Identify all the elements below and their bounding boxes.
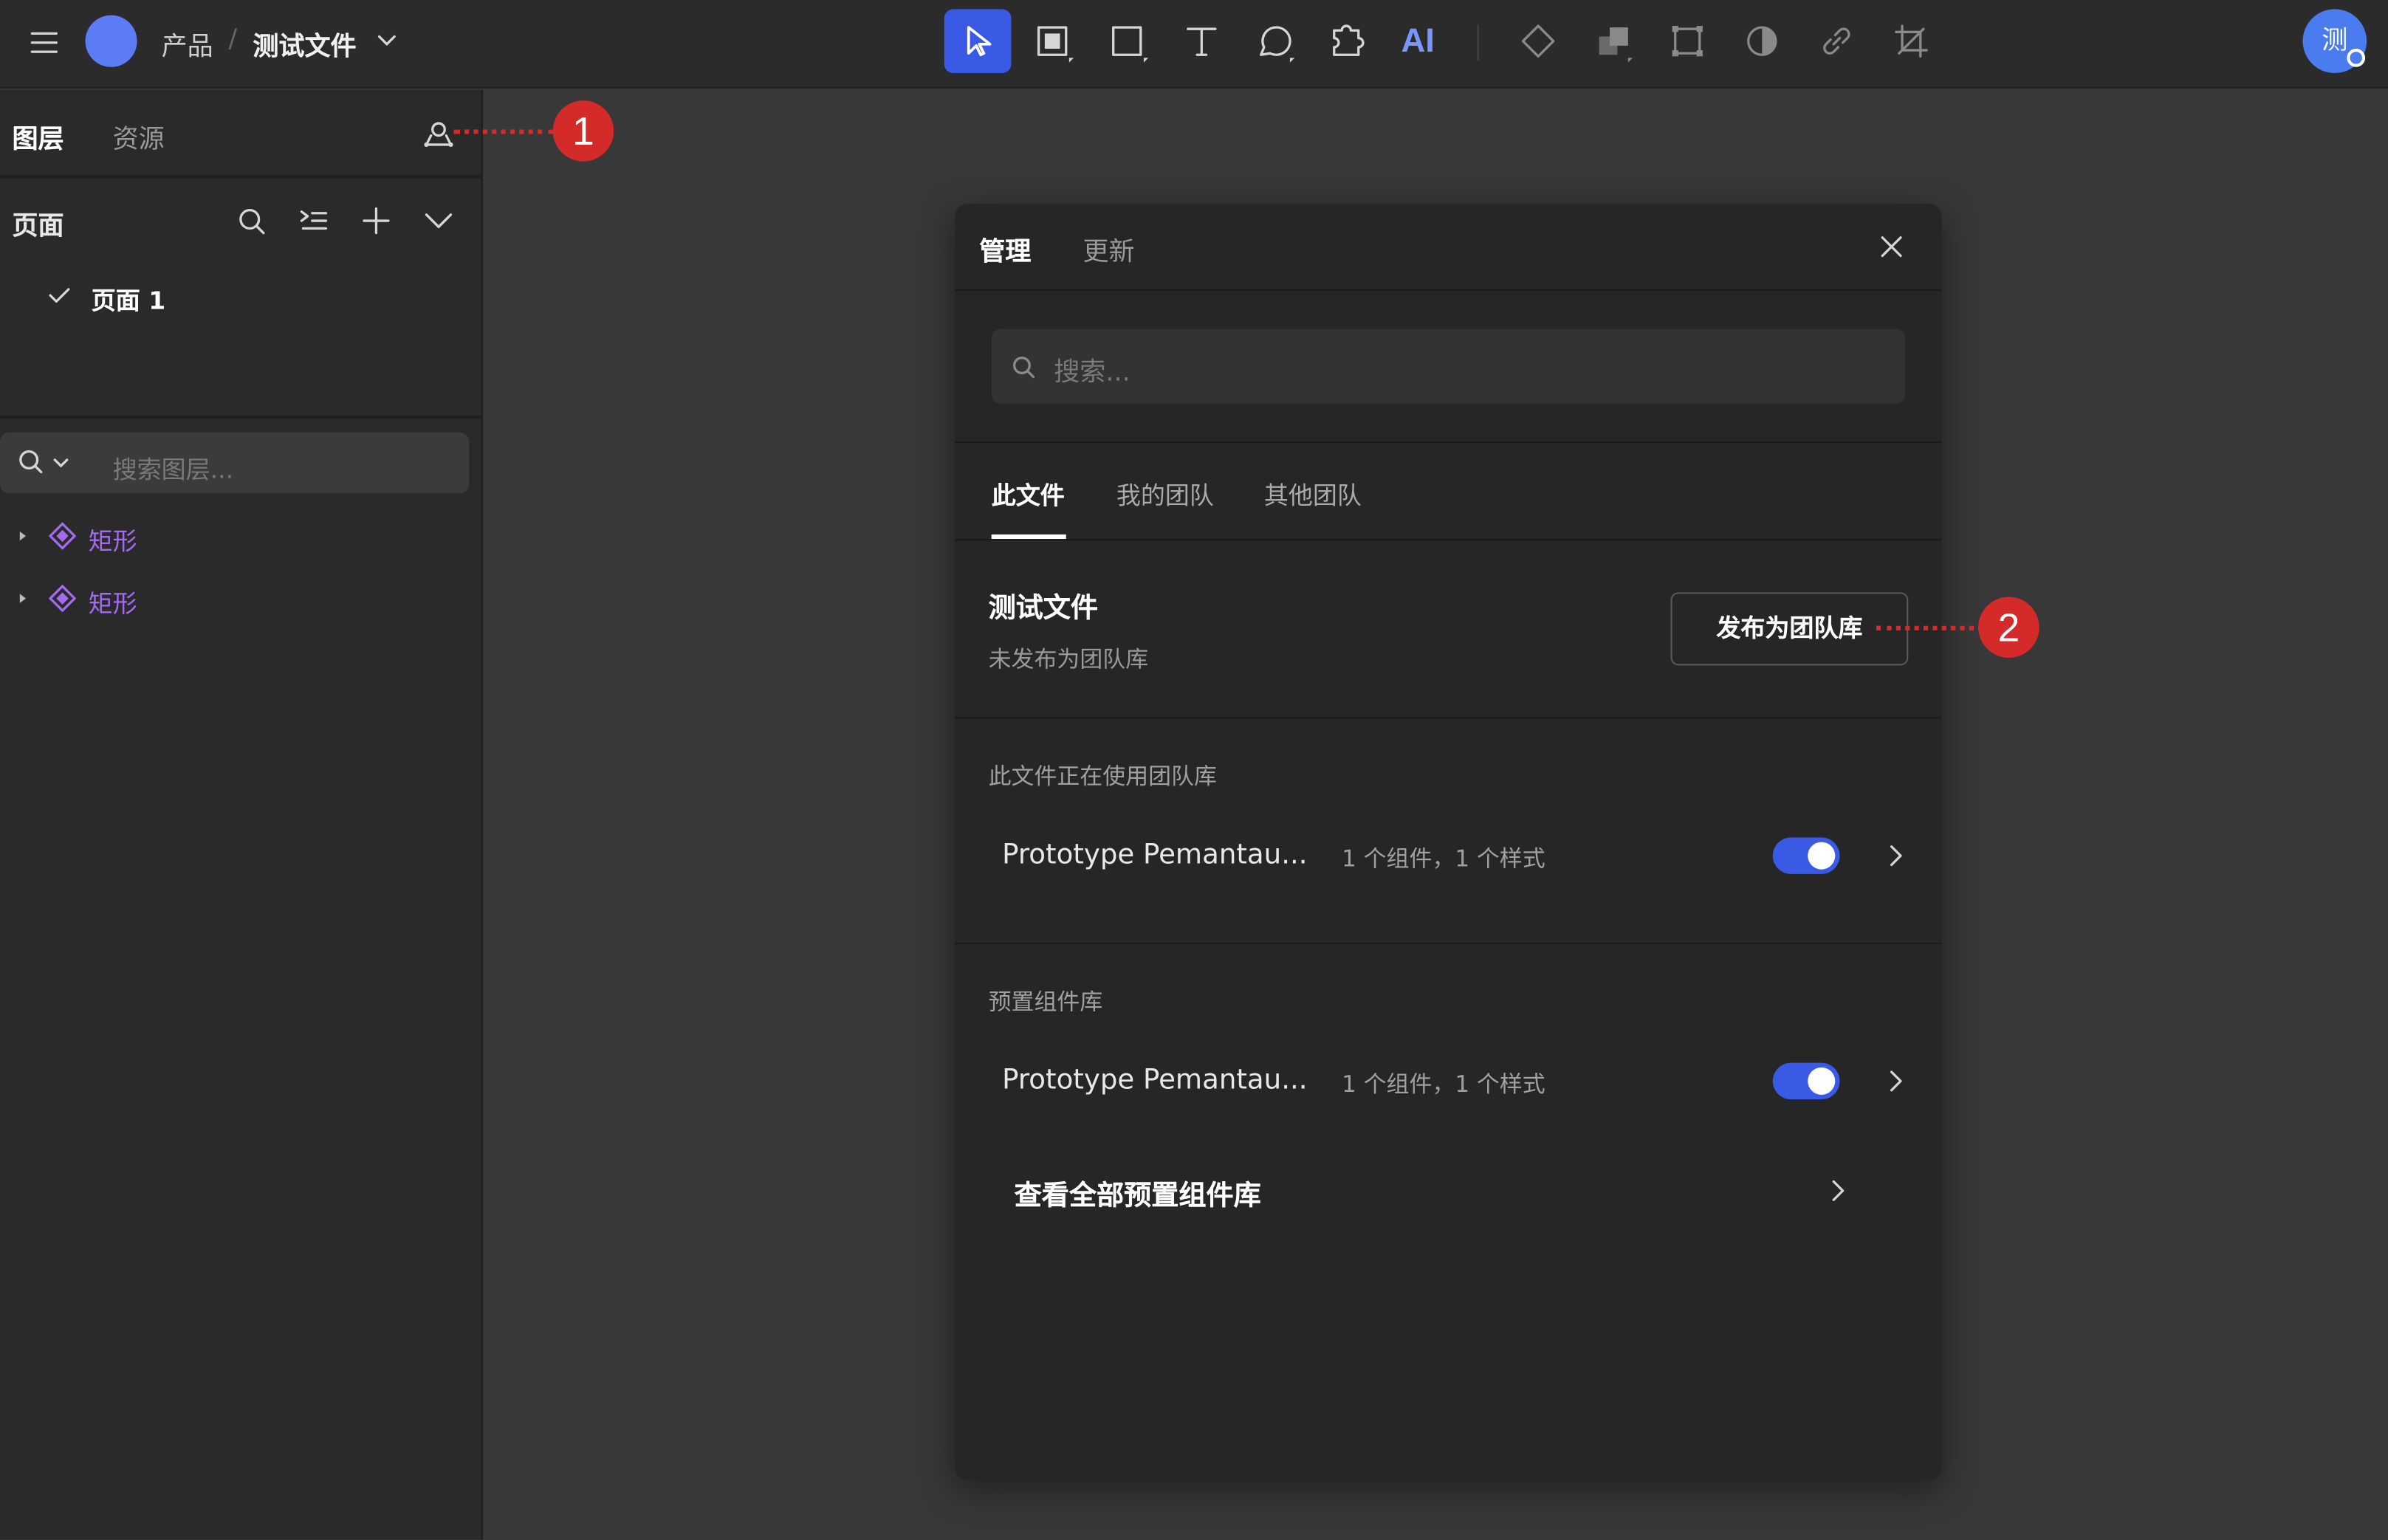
expand-triangle-icon[interactable]: [16, 529, 31, 544]
library-name: Prototype Pemantau...: [1002, 839, 1308, 871]
team-library-icon[interactable]: [422, 117, 455, 151]
callout-leader: [1876, 625, 1983, 630]
tab-updates[interactable]: 更新: [1083, 230, 1134, 268]
toggle-knob: [1808, 1067, 1836, 1095]
divider: [955, 289, 1942, 291]
page-item-1[interactable]: 页面 1: [92, 281, 165, 317]
crop-icon[interactable]: [1892, 21, 1932, 61]
file-name[interactable]: 测试文件: [253, 24, 356, 62]
link-icon[interactable]: [1817, 21, 1857, 61]
view-all-label: 查看全部预置组件库: [1014, 1180, 1261, 1212]
tab-layers[interactable]: 图层: [13, 117, 64, 155]
tab-manage[interactable]: 管理: [979, 230, 1031, 268]
chevron-right-icon: [1825, 1177, 1852, 1204]
text-tool-icon[interactable]: [1182, 21, 1222, 61]
breadcrumb-separator: /: [228, 24, 238, 55]
subtab-this-file[interactable]: 此文件: [992, 475, 1065, 512]
page-list-icon[interactable]: [298, 205, 329, 236]
layer-item[interactable]: 矩形: [89, 583, 137, 620]
component-icon: [49, 522, 77, 550]
divider: [955, 539, 1942, 541]
rectangle-tool-icon[interactable]: [1109, 21, 1152, 64]
chevron-down-icon[interactable]: [374, 27, 399, 52]
move-tool-button[interactable]: [944, 9, 1012, 73]
library-meta: 1 个组件，1 个样式: [1342, 1070, 1545, 1099]
chevron-right-icon[interactable]: [1882, 842, 1910, 870]
search-icon[interactable]: [236, 205, 267, 236]
toolbar-divider: [1477, 24, 1479, 61]
menu-icon[interactable]: [27, 26, 61, 59]
divider: [0, 175, 483, 179]
file-publish-status: 未发布为团队库: [988, 645, 1149, 673]
breadcrumb-parent[interactable]: 产品: [162, 24, 213, 62]
component-icon: [49, 585, 77, 613]
library-toggle[interactable]: [1772, 1062, 1840, 1100]
divider: [955, 717, 1942, 719]
divider: [955, 942, 1942, 944]
search-placeholder: 搜索...: [1054, 357, 1130, 388]
team-library-dialog: 管理 更新 搜索... 此文件 我的团队 其他团队 测试文件 未发布为团队库 发…: [955, 204, 1942, 1480]
callout-badge: 2: [1978, 597, 2039, 658]
publish-library-button[interactable]: 发布为团队库: [1670, 592, 1909, 666]
comment-tool-icon[interactable]: [1255, 21, 1298, 64]
expand-triangle-icon[interactable]: [16, 591, 31, 606]
close-icon[interactable]: [1878, 233, 1905, 261]
toggle-knob: [1808, 842, 1836, 870]
boolean-icon[interactable]: [1593, 21, 1636, 64]
callout-badge: 1: [552, 100, 614, 162]
ai-tool-button[interactable]: AI: [1401, 21, 1435, 61]
layer-item[interactable]: 矩形: [89, 520, 137, 557]
library-search-input[interactable]: 搜索...: [991, 329, 1906, 404]
file-title: 测试文件: [988, 592, 1099, 625]
subtab-other-teams[interactable]: 其他团队: [1264, 475, 1362, 512]
library-meta: 1 个组件，1 个样式: [1342, 845, 1545, 873]
plugin-tool-icon[interactable]: [1328, 21, 1368, 61]
layer-search-placeholder: 搜索图层...: [112, 455, 234, 484]
layer-search-field[interactable]: 搜索图层...: [0, 432, 470, 494]
pages-title: 页面: [12, 211, 64, 242]
frame-tool-icon[interactable]: [1032, 21, 1075, 64]
mask-icon[interactable]: [1743, 21, 1783, 61]
divider: [955, 441, 1942, 444]
check-icon: [46, 282, 73, 309]
top-toolbar: 产品 / 测试文件 AI 测: [0, 0, 2388, 89]
callout-leader: [453, 129, 555, 134]
component-icon[interactable]: [1518, 21, 1558, 61]
cursor-icon: [959, 23, 996, 60]
preset-libraries-title: 预置组件库: [988, 988, 1103, 1016]
collapse-pages-icon[interactable]: [423, 207, 453, 235]
transform-icon[interactable]: [1667, 21, 1707, 61]
library-toggle[interactable]: [1772, 837, 1840, 874]
chevron-right-icon[interactable]: [1882, 1068, 1910, 1095]
using-libraries-title: 此文件正在使用团队库: [988, 763, 1217, 791]
online-status-dot: [2347, 49, 2366, 67]
view-all-preset-libraries[interactable]: 查看全部预置组件库: [1001, 1161, 1869, 1222]
tab-assets[interactable]: 资源: [113, 117, 165, 155]
chevron-down-icon[interactable]: [52, 454, 70, 472]
search-icon: [17, 447, 47, 478]
library-name: Prototype Pemantau...: [1002, 1064, 1308, 1096]
divider: [0, 416, 483, 419]
team-logo[interactable]: [85, 15, 137, 67]
search-icon: [1009, 354, 1037, 381]
subtab-my-team[interactable]: 我的团队: [1116, 475, 1214, 512]
left-panel: 图层 资源 页面 页面 1 搜索图层... 矩形 矩形: [0, 89, 483, 1540]
add-page-icon[interactable]: [361, 205, 391, 236]
